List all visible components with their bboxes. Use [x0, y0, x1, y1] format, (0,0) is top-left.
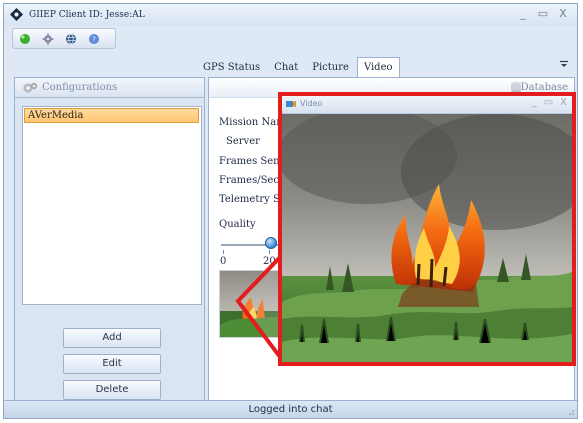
tab-chat[interactable]: Chat	[268, 59, 304, 77]
help-icon[interactable]: ?	[88, 33, 100, 45]
video-frame[interactable]	[282, 114, 572, 362]
slider-tick-min	[223, 250, 224, 254]
status-bar: Logged into chat	[4, 400, 577, 418]
configurations-title: Configurations	[42, 82, 118, 93]
window-title: GIIEP Client ID: Jesse:AL	[29, 10, 145, 20]
maximize-button[interactable]: ▭	[537, 7, 549, 21]
close-button[interactable]: X	[557, 7, 569, 21]
minimize-button[interactable]: _	[517, 7, 529, 21]
add-button[interactable]: Add	[63, 328, 161, 348]
configurations-header: Configurations	[15, 78, 204, 98]
quick-access-toolbar: ?	[12, 28, 116, 49]
globe-icon[interactable]	[65, 33, 77, 45]
list-item-avermedia[interactable]: AVerMedia	[24, 108, 199, 123]
quality-max-label: 20	[263, 256, 276, 267]
status-text: Logged into chat	[248, 404, 333, 415]
delete-button[interactable]: Delete	[63, 380, 161, 400]
settings-gear-icon[interactable]	[42, 33, 54, 45]
title-bar: GIIEP Client ID: Jesse:AL _ ▭ X	[4, 4, 577, 26]
configuration-list[interactable]: AVerMedia	[22, 106, 202, 305]
tab-strip: GPS Status Chat Picture Video	[197, 57, 400, 77]
tab-menu-chevron-icon[interactable]	[559, 59, 569, 69]
window-controls: _ ▭ X	[517, 7, 569, 21]
configurations-gear-icon	[23, 82, 38, 93]
video-maximize-button[interactable]: ▭	[544, 97, 553, 108]
tab-video[interactable]: Video	[356, 57, 400, 77]
resize-grip-icon[interactable]	[565, 406, 575, 416]
video-close-button[interactable]: X	[560, 97, 567, 108]
video-window[interactable]: Video _ ▭ X	[278, 92, 576, 366]
server-label: Server	[226, 136, 260, 147]
frames-sent-label: Frames Sent	[219, 156, 284, 167]
video-window-title: Video	[300, 99, 323, 108]
quality-min-label: 0	[220, 256, 227, 267]
video-minimize-button[interactable]: _	[532, 97, 537, 108]
svg-text:?: ?	[92, 36, 96, 44]
video-title-bar: Video _ ▭ X	[282, 96, 572, 114]
video-window-controls: _ ▭ X	[532, 97, 567, 108]
tab-picture[interactable]: Picture	[306, 59, 355, 77]
green-status-icon[interactable]	[19, 33, 31, 45]
edit-button[interactable]: Edit	[63, 354, 161, 374]
quality-label: Quality	[219, 219, 256, 230]
video-icon	[286, 100, 296, 108]
tab-gps-status[interactable]: GPS Status	[197, 59, 266, 77]
fire-video-image	[282, 114, 572, 362]
slider-tick-max	[269, 250, 270, 254]
quality-slider-thumb[interactable]	[265, 237, 277, 249]
configurations-panel: Configurations AVerMedia Add Edit Delete	[14, 77, 205, 403]
app-icon	[10, 8, 23, 21]
